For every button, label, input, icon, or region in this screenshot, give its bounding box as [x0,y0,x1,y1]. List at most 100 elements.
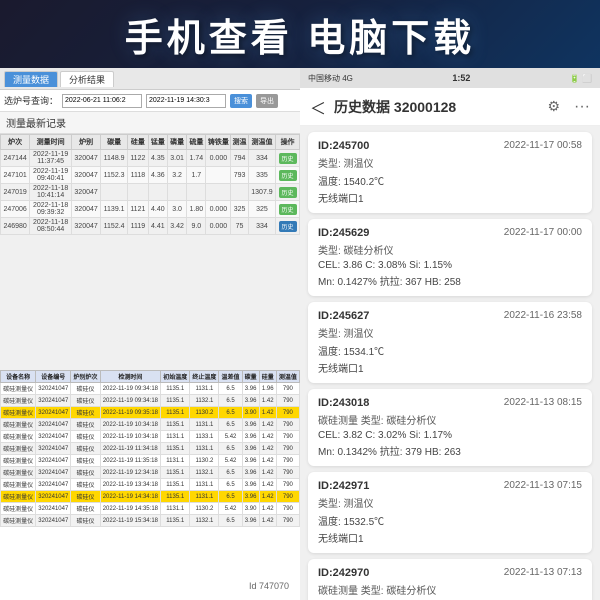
data-card[interactable]: ID:245627 2022-11-16 23:58 类型: 测温仪 温度: 1… [308,302,592,383]
toolbar-label: 选炉号查询： [4,94,58,107]
table-row: 247101 2022-11-1909:40:41 320047 1152.3 … [1,167,300,184]
card-id: ID:245627 [318,310,369,322]
card-type: 类型: 测温仪 [318,495,374,510]
spreadsheet-row: 碳硅测量仪320241047碳硅仪2022-11-19 14:35:181131… [1,503,300,515]
card-detail1: CEL: 3.82 C: 3.02% Si: 1.17% [318,430,582,441]
history-btn-1[interactable]: 历史 [279,153,297,164]
col-action: 操作 [276,135,300,150]
spreadsheet-row: 碳硅测量仪320241047碳硅仪2022-11-19 09:34:181135… [1,383,300,395]
card-type: 碳硅测量 类型: 碳硅分析仪 [318,412,436,427]
card-type: 类型: 测温仪 [318,155,374,170]
card-date: 2022-11-13 08:15 [504,397,582,409]
battery-icon: 🔋 ⬜ [570,74,592,83]
back-button[interactable]: ＜ [310,95,326,119]
export-button[interactable]: 导出 [256,94,278,108]
menu-dots[interactable]: ··· [574,98,590,116]
history-btn-3[interactable]: 历史 [279,187,297,198]
sp-col-c: 碳量 [242,371,259,383]
spreadsheet-row: 碳硅测量仪320241047碳硅仪2022-11-19 13:34:181135… [1,479,300,491]
spreadsheet-area: 设备名称 设备编号 炉别炉次 检测时间 初始温度 终止温度 温差值 碳量 硅量 … [0,370,300,600]
spreadsheet-row: 碳硅测量仪320241047碳硅仪2022-11-19 12:34:181135… [1,467,300,479]
sp-col-si: 硅量 [259,371,276,383]
col-temp: 测温 [231,135,249,150]
search-button[interactable]: 搜索 [230,94,252,108]
data-card[interactable]: ID:245629 2022-11-17 00:00 类型: 碳硅分析仪 CEL… [308,219,592,296]
card-type: 碳硅测量 类型: 碳硅分析仪 [318,582,436,597]
card-date: 2022-11-16 23:58 [504,310,582,322]
mobile-cards: ID:245700 2022-11-17 00:58 类型: 测温仪 温度: 1… [300,126,600,600]
date-end-input[interactable] [146,94,226,108]
col-id: 炉次 [1,135,30,150]
card-date: 2022-11-17 00:00 [504,227,582,239]
section-title: 测量最新记录 [0,112,300,134]
data-card[interactable]: ID:242971 2022-11-13 07:15 类型: 测温仪 温度: 1… [308,472,592,553]
settings-icon[interactable]: ⚙ [547,98,560,115]
data-card[interactable]: ID:245700 2022-11-17 00:58 类型: 测温仪 温度: 1… [308,132,592,213]
card-id: ID:242970 [318,567,369,579]
sp-col-time: 检测时间 [100,371,161,383]
sp-col-t2: 终止温度 [190,371,219,383]
col-si: 硅量 [127,135,148,150]
card-date: 2022-11-13 07:13 [504,567,582,579]
id-text: Id 747070 [246,580,292,592]
col-fe: 铸铁量 [206,135,231,150]
card-detail2: 无线端口1 [318,190,582,205]
data-table: 炉次 测量时间 炉别 碳量 硅量 锰量 磷量 硫量 铸铁量 测温 测温值 操作 [0,134,300,235]
card-date: 2022-11-13 07:15 [504,480,582,492]
mobile-status-bar: 中国移动 4G 1:52 🔋 ⬜ [300,68,600,88]
mobile-time: 1:52 [452,73,470,83]
table-row: 247006 2022-11-1809:39:32 320047 1139.1 … [1,201,300,218]
history-btn-5[interactable]: 历史 [279,221,297,232]
sp-col-r: 测温值 [276,371,299,383]
col-result: 测温值 [248,135,275,150]
col-time: 炉别 [71,135,100,150]
spreadsheet-row: 碳硅测量仪320241047碳硅仪2022-11-19 09:35:181135… [1,407,300,419]
col-p: 磷量 [167,135,186,150]
mobile-signal: 中国移动 4G [308,73,353,84]
card-detail1: CEL: 3.86 C: 3.08% Si: 1.15% [318,260,582,271]
card-id: ID:245700 [318,140,369,152]
data-card[interactable]: ID:243018 2022-11-13 08:15 碳硅测量 类型: 碳硅分析… [308,389,592,466]
sp-col-device: 设备名称 [1,371,36,383]
spreadsheet-row: 碳硅测量仪320241047碳硅仪2022-11-19 11:35:181131… [1,455,300,467]
banner-text: 手机查看 电脑下载 [125,7,476,62]
sp-col-t1: 初始温度 [161,371,190,383]
card-detail1: 温度: 1532.5℃ [318,513,582,528]
card-detail1: 温度: 1534.1℃ [318,343,582,358]
card-detail2: Mn: 0.1342% 抗拉: 379 HB: 263 [318,443,582,458]
mobile-header: ＜ 历史数据 32000128 ⚙ ··· [300,88,600,126]
card-id: ID:242971 [318,480,369,492]
card-detail1: 温度: 1540.2℃ [318,173,582,188]
col-c: 碳量 [101,135,128,150]
table-row: 247019 2022-11-1810:41:14 320047 1307.9 … [1,184,300,201]
sp-col-type: 炉别炉次 [71,371,100,383]
sp-col-td: 温差值 [219,371,242,383]
card-id: ID:245629 [318,227,369,239]
card-id: ID:243018 [318,397,369,409]
main-content: 测量数据 分析结果 选炉号查询： 搜索 导出 测量最新记录 炉次 测量时间 炉别 [0,68,600,600]
card-detail2: 无线端口1 [318,530,582,545]
col-s: 硫量 [187,135,206,150]
col-mn: 锰量 [148,135,167,150]
spreadsheet-row: 碳硅测量仪320241047碳硅仪2022-11-19 11:34:181135… [1,443,300,455]
card-detail2: 无线端口1 [318,360,582,375]
tab-data[interactable]: 测量数据 [4,71,58,87]
right-panel: 中国移动 4G 1:52 🔋 ⬜ ＜ 历史数据 32000128 ⚙ ··· I… [300,68,600,600]
date-start-input[interactable] [62,94,142,108]
data-table-container: 炉次 测量时间 炉别 碳量 硅量 锰量 磷量 硫量 铸铁量 测温 测温值 操作 [0,134,300,235]
spreadsheet-table: 设备名称 设备编号 炉别炉次 检测时间 初始温度 终止温度 温差值 碳量 硅量 … [0,370,300,527]
sp-col-num: 设备编号 [36,371,71,383]
history-btn-2[interactable]: 历史 [279,170,297,181]
spreadsheet-row: 碳硅测量仪320241047碳硅仪2022-11-19 09:34:181135… [1,395,300,407]
table-row: 246980 2022-11-1808:50:44 320047 1152.4 … [1,218,300,235]
tab-analysis[interactable]: 分析结果 [60,71,114,87]
history-btn-4[interactable]: 历史 [279,204,297,215]
left-panel: 测量数据 分析结果 选炉号查询： 搜索 导出 测量最新记录 炉次 测量时间 炉别 [0,68,300,600]
toolbar-bar: 选炉号查询： 搜索 导出 [0,90,300,112]
data-card[interactable]: ID:242970 2022-11-13 07:13 碳硅测量 类型: 碳硅分析… [308,559,592,600]
browser-bar: 测量数据 分析结果 [0,68,300,90]
card-date: 2022-11-17 00:58 [504,140,582,152]
spreadsheet-row: 碳硅测量仪320241047碳硅仪2022-11-19 14:34:181135… [1,491,300,503]
table-row: 247144 2022-11-1911:37:45 320047 1148.9 … [1,150,300,167]
mobile-title: 历史数据 32000128 [334,97,539,117]
